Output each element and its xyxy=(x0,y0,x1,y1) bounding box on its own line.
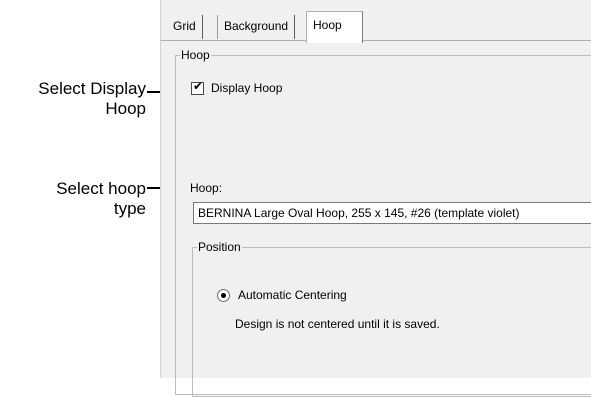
hoop-group-legend: Hoop xyxy=(180,48,211,62)
callout-select-hoop-type: Select hoop type xyxy=(56,179,146,219)
tab-label: Background xyxy=(224,19,289,33)
display-hoop-checkbox[interactable]: ✔ xyxy=(191,78,204,95)
automatic-centering-radio[interactable] xyxy=(217,288,230,302)
callout-select-display-hoop: Select Display Hoop xyxy=(38,79,146,119)
automatic-centering-radio-row[interactable]: Automatic Centering xyxy=(217,288,347,302)
hoop-select[interactable]: BERNINA Large Oval Hoop, 255 x 145, #26 … xyxy=(193,202,591,224)
tab-background[interactable]: Background xyxy=(217,15,296,39)
tab-strip: Grid Background Hoop xyxy=(161,11,591,43)
position-group-legend: Position xyxy=(197,240,242,254)
callout-line-1: Select Display xyxy=(38,79,146,98)
hoop-select-value: BERNINA Large Oval Hoop, 255 x 145, #26 … xyxy=(198,206,520,220)
tab-hoop[interactable]: Hoop xyxy=(306,11,363,43)
checkmark-icon: ✔ xyxy=(193,78,204,93)
display-hoop-checkbox-row[interactable]: ✔ Display Hoop xyxy=(191,78,283,95)
options-dialog: Grid Background Hoop Hoop Position ✔ Dis… xyxy=(160,0,591,397)
tab-label: Grid xyxy=(173,19,196,33)
callout-line-2: type xyxy=(113,199,146,218)
automatic-centering-label: Automatic Centering xyxy=(238,288,347,302)
callout-line-1: Select hoop xyxy=(56,179,146,198)
tab-grid[interactable]: Grid xyxy=(167,15,203,39)
callout-line-2: Hoop xyxy=(105,99,146,118)
centering-note: Design is not centered until it is saved… xyxy=(235,317,440,331)
hoop-field-label: Hoop: xyxy=(190,181,223,195)
radio-selected-dot-icon xyxy=(221,292,226,298)
display-hoop-label: Display Hoop xyxy=(211,81,283,95)
tab-label: Hoop xyxy=(313,18,342,32)
